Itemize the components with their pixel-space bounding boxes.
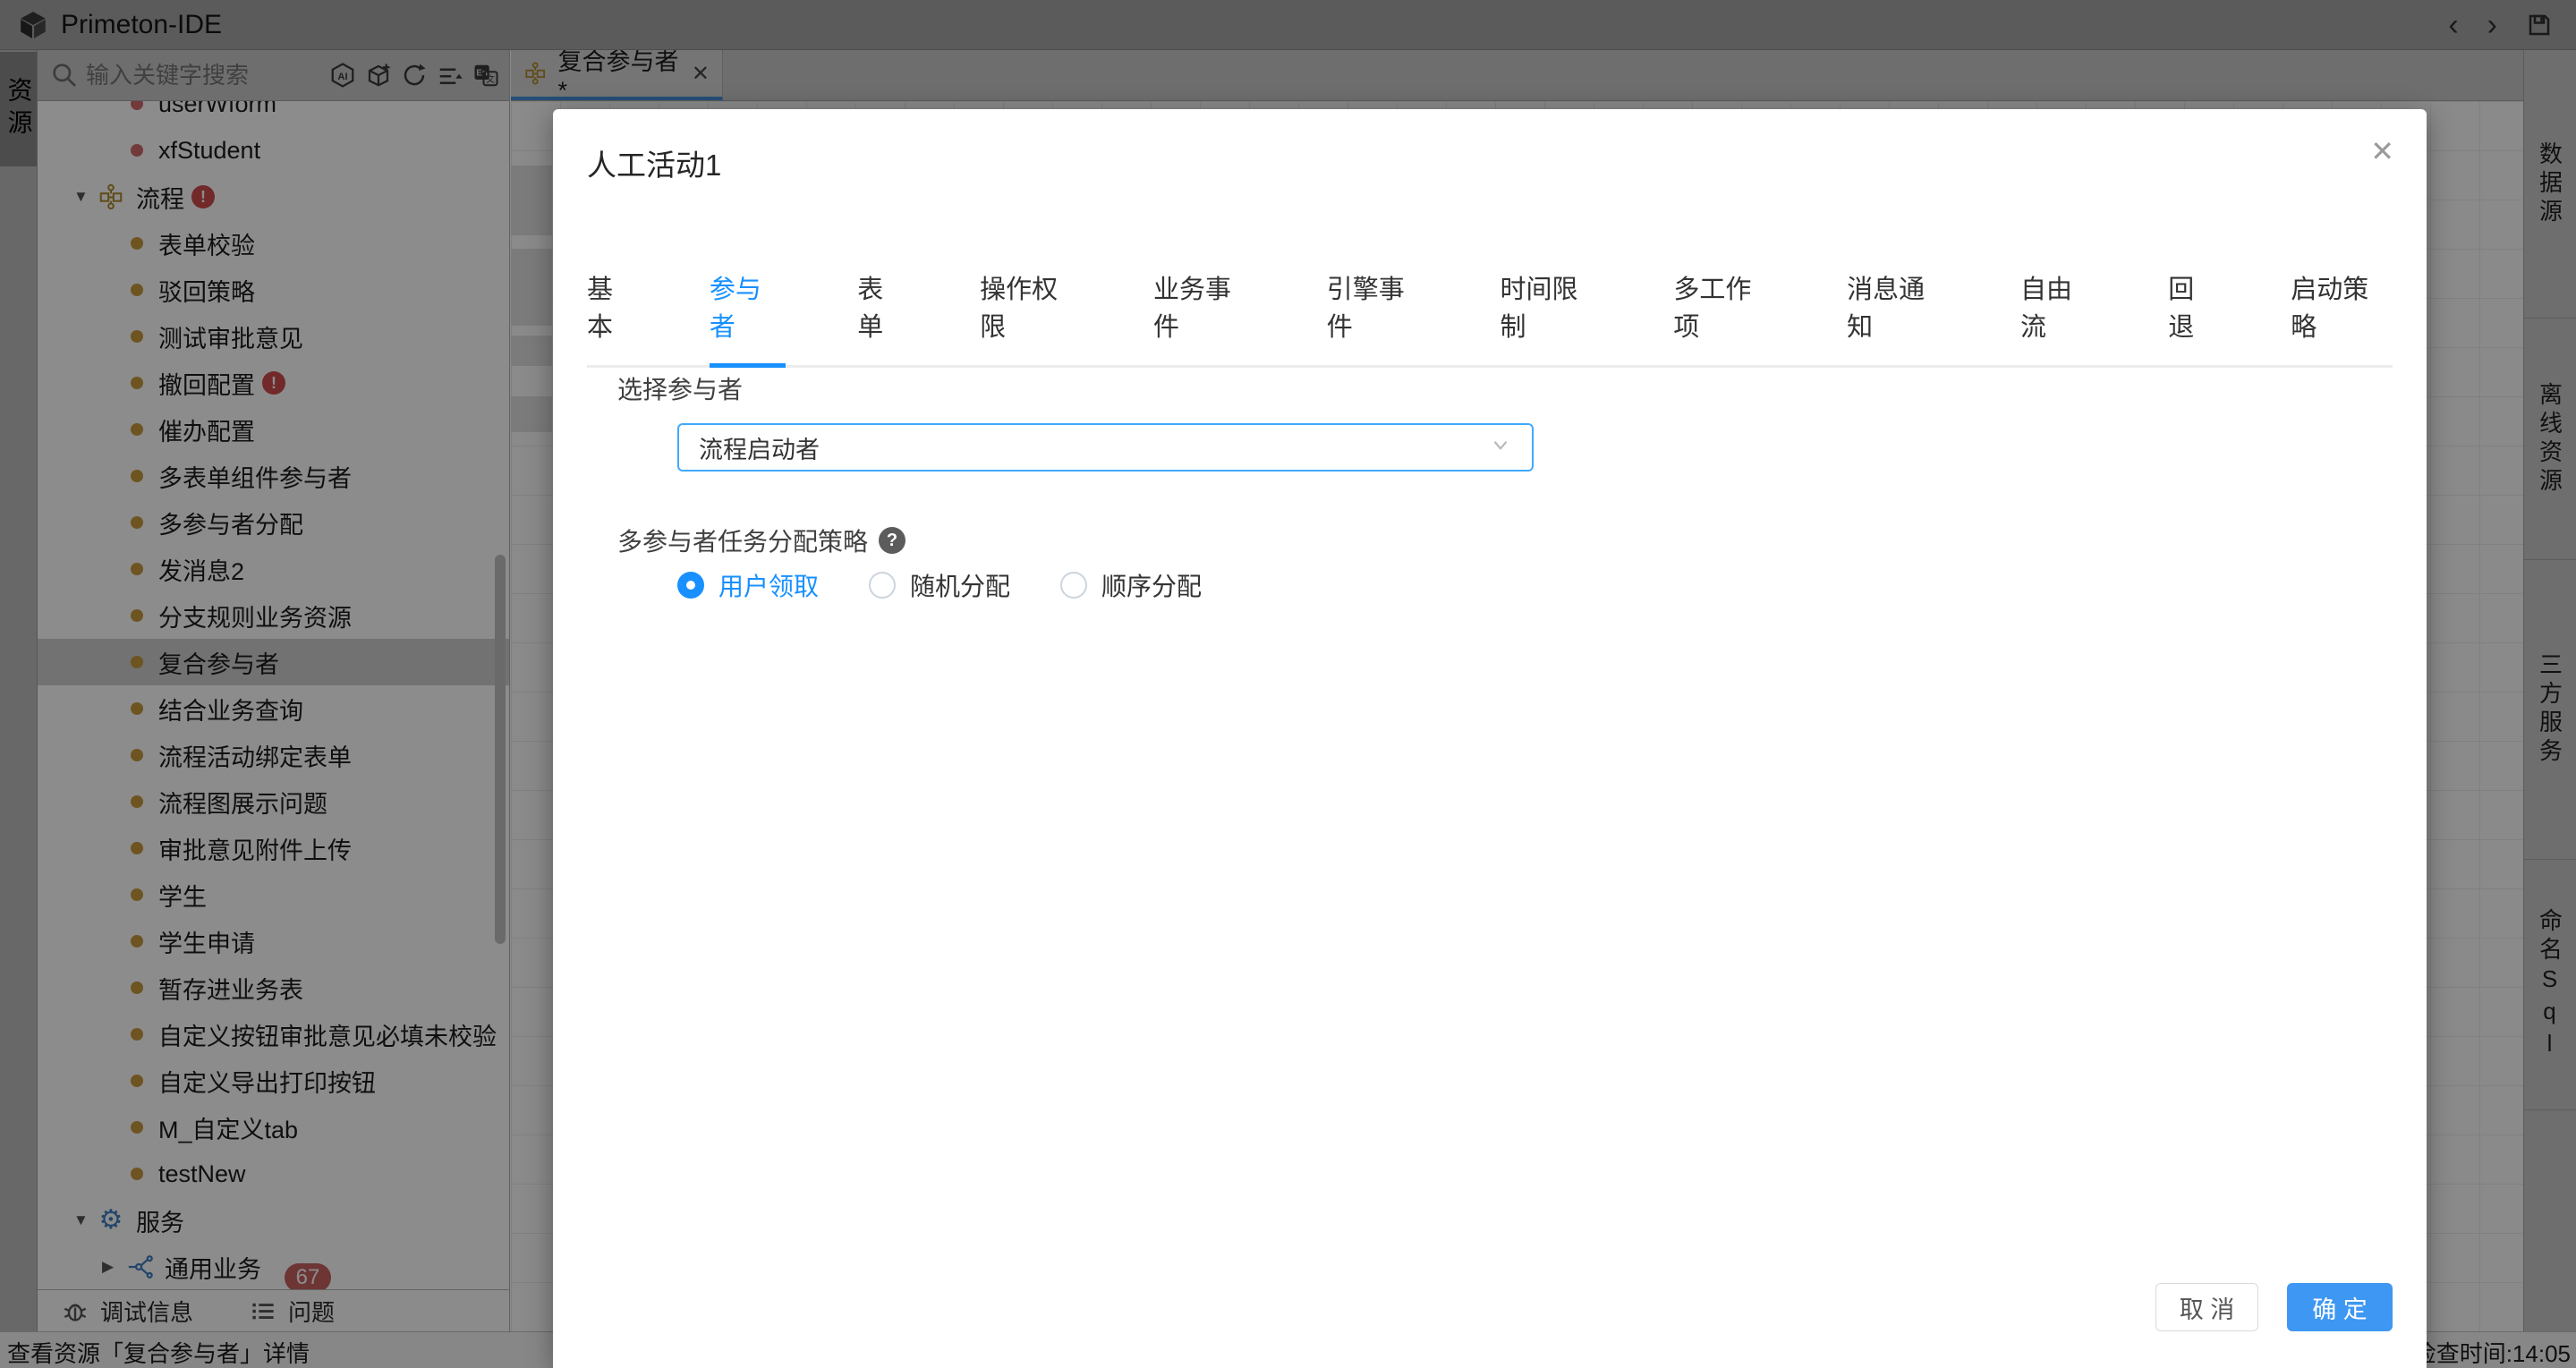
modal-footer: 取 消 确 定: [2155, 1283, 2393, 1331]
close-icon[interactable]: ✕: [2370, 134, 2394, 168]
tab-engine-events[interactable]: 引擎事件: [1327, 268, 1429, 344]
tab-multi-workitem[interactable]: 多工作项: [1673, 268, 1775, 344]
tab-operation-permissions[interactable]: 操作权限: [980, 268, 1082, 344]
participant-select[interactable]: 流程启动者: [677, 423, 1534, 472]
radio-sequential-assign[interactable]: 顺序分配: [1060, 567, 1202, 603]
radio-dot-icon: [677, 572, 704, 599]
tab-participants[interactable]: 参与者: [709, 268, 786, 368]
chevron-down-icon: [1489, 433, 1512, 463]
tab-form[interactable]: 表单: [857, 268, 908, 344]
tab-notifications[interactable]: 消息通知: [1847, 268, 1949, 344]
tab-basic[interactable]: 基本: [587, 268, 638, 344]
tab-business-events[interactable]: 业务事件: [1153, 268, 1255, 344]
tab-free-flow[interactable]: 自由流: [2020, 268, 2096, 344]
ide-screen: Primeton-IDE ‹ › 资源 AI: [0, 0, 2576, 1368]
radio-dot-icon: [869, 572, 897, 599]
participant-select-label: 选择参与者: [617, 376, 744, 404]
activity-settings-modal: 人工活动1 ✕ 基本 参与者 表单 操作权限 业务事件 引擎事件 时间限制 多工…: [553, 109, 2427, 1368]
modal-title: 人工活动1: [587, 149, 722, 182]
radio-user-claim[interactable]: 用户领取: [677, 567, 819, 603]
strategy-label: 多参与者任务分配策略 ?: [617, 523, 906, 558]
strategy-radio-group: 用户领取 随机分配 顺序分配: [677, 567, 1202, 603]
modal-tabs: 基本 参与者 表单 操作权限 业务事件 引擎事件 时间限制 多工作项 消息通知 …: [587, 268, 2393, 368]
ok-button[interactable]: 确 定: [2287, 1283, 2393, 1331]
help-icon[interactable]: ?: [879, 527, 906, 554]
radio-dot-icon: [1060, 572, 1088, 599]
tab-rollback[interactable]: 回退: [2168, 268, 2219, 344]
cancel-button[interactable]: 取 消: [2155, 1283, 2258, 1331]
tab-time-limit[interactable]: 时间限制: [1501, 268, 1603, 344]
tab-start-strategy[interactable]: 启动策略: [2291, 268, 2393, 344]
radio-random-assign[interactable]: 随机分配: [869, 567, 1010, 603]
